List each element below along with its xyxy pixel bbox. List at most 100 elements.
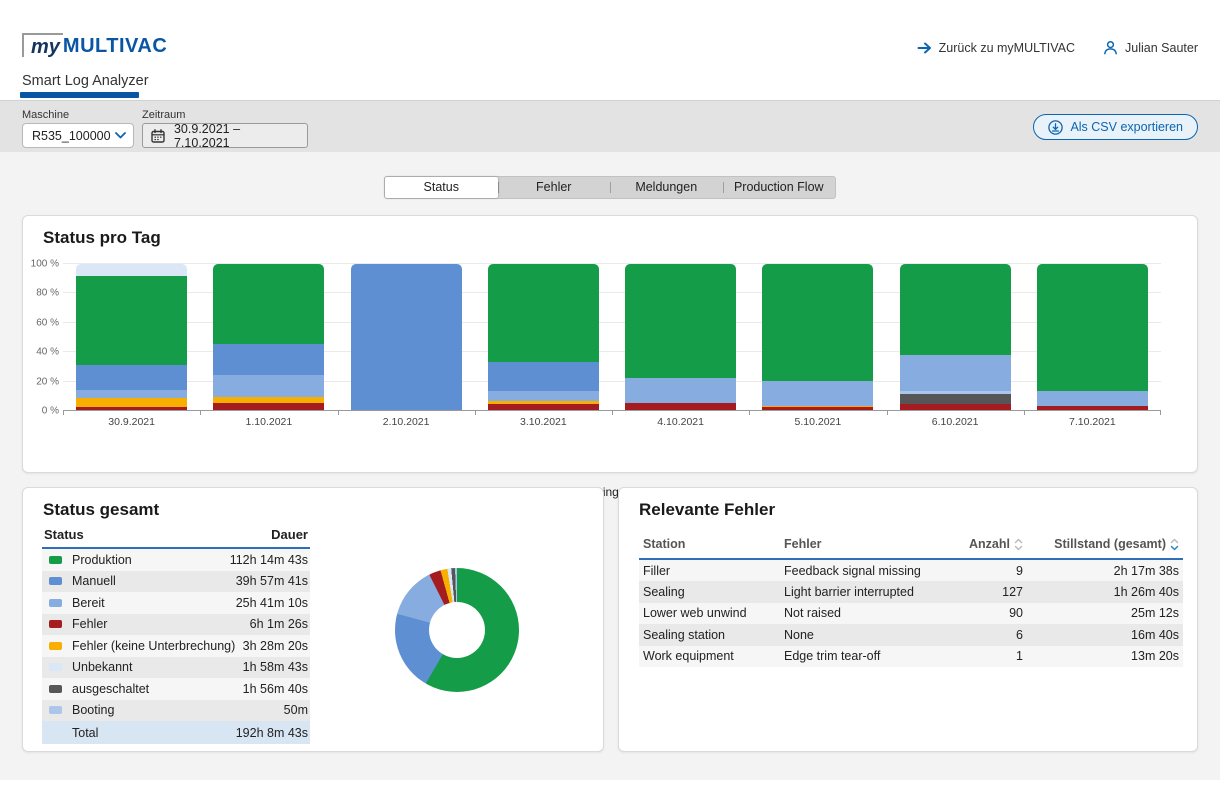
stacked-bar-2-10-2021 bbox=[351, 264, 462, 410]
bar-segment-produktion bbox=[488, 264, 599, 362]
status-gesamt-title: Status gesamt bbox=[43, 500, 159, 520]
status-label: Fehler bbox=[72, 617, 250, 631]
status-row-ausgeschaltet: ausgeschaltet1h 56m 40s bbox=[42, 678, 310, 700]
fehler-cell: Not raised bbox=[784, 606, 953, 620]
chevron-down-icon bbox=[115, 132, 126, 139]
status-color-chip bbox=[49, 685, 62, 693]
status-color-chip bbox=[49, 642, 62, 650]
arrow-right-icon bbox=[917, 41, 932, 55]
anzahl-header-label: Anzahl bbox=[969, 537, 1010, 551]
stillstand-cell: 1h 26m 40s bbox=[1023, 585, 1183, 599]
bar-segment-ausgeschaltet bbox=[900, 394, 1011, 404]
relevante-fehler-table: Station Fehler Anzahl Stillstand (gesamt… bbox=[639, 532, 1183, 667]
bar-segment-produktion bbox=[76, 276, 187, 365]
anzahl-cell: 1 bbox=[953, 649, 1023, 663]
fehler-row-filler: FillerFeedback signal missing92h 17m 38s bbox=[639, 560, 1183, 581]
donut-hole bbox=[429, 602, 485, 658]
status-color-chip bbox=[49, 599, 62, 607]
axis-tick bbox=[1024, 411, 1025, 415]
mymultivac-logo[interactable]: my MULTIVAC bbox=[22, 33, 167, 57]
status-duration: 6h 1m 26s bbox=[250, 617, 310, 631]
bar-segment-produktion bbox=[213, 264, 324, 344]
status-row-produktion: Produktion112h 14m 43s bbox=[42, 549, 310, 571]
app-tab-smart-log-analyzer[interactable]: Smart Log Analyzer bbox=[22, 73, 149, 89]
tab-status[interactable]: Status bbox=[385, 177, 498, 198]
station-cell: Work equipment bbox=[639, 649, 784, 663]
status-row-bereit: Bereit25h 41m 10s bbox=[42, 592, 310, 614]
station-cell: Lower web unwind bbox=[639, 606, 784, 620]
x-axis-tick-label: 2.10.2021 bbox=[338, 416, 475, 428]
bar-segment-manuell bbox=[488, 362, 599, 391]
stillstand-cell: 25m 12s bbox=[1023, 606, 1183, 620]
status-row-fehler: Fehler6h 1m 26s bbox=[42, 614, 310, 636]
tab-meldungen[interactable]: Meldungen bbox=[610, 177, 723, 198]
total-row: Total192h 8m 43s bbox=[42, 721, 310, 744]
fehler-column-header: Fehler bbox=[784, 537, 953, 551]
axis-tick bbox=[612, 411, 613, 415]
tab-fehler[interactable]: Fehler bbox=[498, 177, 611, 198]
status-duration: 50m bbox=[284, 703, 310, 717]
fehler-cell: Edge trim tear-off bbox=[784, 649, 953, 663]
total-label: Total bbox=[42, 726, 236, 740]
y-axis-tick-label: 60 % bbox=[23, 317, 59, 328]
x-axis-tick-label: 6.10.2021 bbox=[887, 416, 1024, 428]
period-label: Zeitraum bbox=[142, 109, 185, 121]
view-tabs: StatusFehlerMeldungenProduction Flow bbox=[384, 176, 836, 199]
anzahl-cell: 127 bbox=[953, 585, 1023, 599]
status-column-header: Status bbox=[44, 527, 84, 542]
status-color-chip bbox=[49, 663, 62, 671]
status-gesamt-table-header: Status Dauer bbox=[42, 524, 310, 549]
sort-desc-active-icon bbox=[1170, 538, 1179, 551]
bar-segment-produktion bbox=[762, 264, 873, 381]
axis-tick bbox=[887, 411, 888, 415]
status-duration: 39h 57m 41s bbox=[236, 574, 310, 588]
fehler-row-lower-web-unwind: Lower web unwindNot raised9025m 12s bbox=[639, 603, 1183, 624]
status-color-chip bbox=[49, 706, 62, 714]
stillstand-cell: 2h 17m 38s bbox=[1023, 564, 1183, 578]
bar-segment-bereit bbox=[488, 391, 599, 401]
status-row-fehler-keine-unterbrechung: Fehler (keine Unterbrechung)3h 28m 20s bbox=[42, 635, 310, 657]
axis-tick bbox=[475, 411, 476, 415]
bar-segment-bereit bbox=[625, 378, 736, 403]
axis-tick bbox=[338, 411, 339, 415]
status-duration: 112h 14m 43s bbox=[230, 553, 310, 567]
status-duration: 25h 41m 10s bbox=[236, 596, 310, 610]
anzahl-cell: 90 bbox=[953, 606, 1023, 620]
bar-segment-unbekannt bbox=[76, 264, 187, 276]
main-content: StatusFehlerMeldungenProduction Flow Sta… bbox=[0, 152, 1220, 780]
bar-segment-manuell bbox=[76, 365, 187, 390]
dauer-column-header: Dauer bbox=[271, 527, 308, 542]
stillstand-column-header[interactable]: Stillstand (gesamt) bbox=[1023, 537, 1183, 551]
status-row-unbekannt: Unbekannt1h 58m 43s bbox=[42, 657, 310, 679]
bar-segment-produktion bbox=[900, 264, 1011, 355]
status-pro-tag-card: Status pro Tag 0 %20 %40 %60 %80 %100 % … bbox=[22, 215, 1198, 473]
bar-segment-bereit bbox=[76, 390, 187, 399]
axis-tick bbox=[200, 411, 201, 415]
status-label: ausgeschaltet bbox=[72, 682, 243, 696]
anzahl-column-header[interactable]: Anzahl bbox=[953, 537, 1023, 551]
stacked-bar-3-10-2021 bbox=[488, 264, 599, 410]
fehler-row-work-equipment: Work equipmentEdge trim tear-off113m 20s bbox=[639, 646, 1183, 667]
tab-production-flow[interactable]: Production Flow bbox=[723, 177, 836, 198]
user-menu[interactable]: Julian Sauter bbox=[1103, 40, 1198, 55]
machine-label: Maschine bbox=[22, 109, 69, 121]
period-value: 30.9.2021 – 7.10.2021 bbox=[174, 122, 299, 150]
user-icon bbox=[1103, 40, 1118, 55]
status-duration: 1h 58m 43s bbox=[243, 660, 310, 674]
export-csv-button[interactable]: Als CSV exportieren bbox=[1033, 114, 1198, 140]
back-link-label: Zurück zu myMULTIVAC bbox=[939, 41, 1075, 55]
bar-segment-bereit bbox=[900, 355, 1011, 392]
axis-tick bbox=[1160, 411, 1161, 415]
station-column-header: Station bbox=[639, 537, 784, 551]
stacked-bar-7-10-2021 bbox=[1037, 264, 1148, 410]
fehler-row-sealing: SealingLight barrier interrupted1271h 26… bbox=[639, 581, 1183, 602]
stillstand-cell: 16m 40s bbox=[1023, 628, 1183, 642]
x-axis-tick-label: 3.10.2021 bbox=[475, 416, 612, 428]
anzahl-cell: 6 bbox=[953, 628, 1023, 642]
period-date-range-input[interactable]: 30.9.2021 – 7.10.2021 bbox=[142, 123, 308, 148]
bar-segment-fehler bbox=[213, 403, 324, 410]
machine-select[interactable]: R535_100000 bbox=[22, 123, 134, 148]
axis-tick bbox=[749, 411, 750, 415]
back-to-mymultivac-link[interactable]: Zurück zu myMULTIVAC bbox=[917, 41, 1075, 55]
logo-my-text: my bbox=[22, 33, 63, 57]
